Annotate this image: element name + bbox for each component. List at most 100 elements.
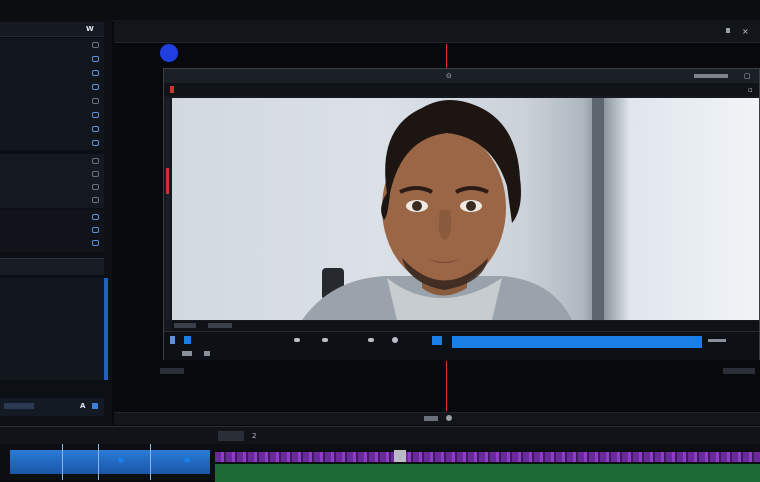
step-back-icon[interactable] [294, 338, 300, 342]
progress-bar[interactable] [452, 336, 702, 348]
property-row[interactable] [0, 195, 104, 206]
stop-icon[interactable] [184, 336, 191, 344]
property-row[interactable] [0, 182, 104, 193]
toggle-icon[interactable] [92, 70, 99, 76]
toggle-icon[interactable] [92, 197, 99, 203]
property-group-2 [0, 154, 104, 208]
side-ruler [166, 98, 170, 320]
zoom-slider[interactable] [694, 74, 728, 78]
toggle-icon[interactable] [92, 184, 99, 190]
property-row[interactable] [0, 291, 104, 302]
keyframe-icon[interactable] [184, 457, 190, 463]
property-row[interactable] [0, 124, 104, 135]
preview-toolbar: ▫ [164, 83, 759, 96]
property-row[interactable] [0, 225, 104, 236]
property-row[interactable] [0, 280, 104, 291]
property-row[interactable] [0, 82, 104, 93]
property-group-4 [0, 278, 104, 380]
toggle-icon[interactable] [92, 56, 99, 62]
property-row[interactable] [0, 335, 104, 346]
property-row[interactable] [0, 169, 104, 180]
toggle-icon[interactable] [92, 98, 99, 104]
toggle-icon[interactable] [92, 42, 99, 48]
property-row[interactable] [0, 138, 104, 149]
preview-header: ⊙ ▢ [164, 69, 759, 84]
toggle-icon[interactable] [92, 126, 99, 132]
record-indicator-icon[interactable] [160, 44, 178, 62]
property-row[interactable] [0, 156, 104, 167]
zoom-icon[interactable] [446, 415, 452, 421]
panel-footer: A [0, 398, 104, 416]
loop-icon[interactable] [368, 338, 374, 342]
video-clip[interactable] [10, 450, 210, 474]
left-panel: W A [0, 20, 112, 426]
toggle-icon[interactable] [92, 171, 99, 177]
footer-value: A [80, 402, 86, 410]
video-frame [172, 98, 759, 320]
property-row[interactable] [0, 68, 104, 79]
toggle-icon[interactable] [92, 140, 99, 146]
property-row[interactable] [0, 40, 104, 51]
preview-window: ⊙ ▢ ▫ [163, 68, 760, 360]
toggle-icon[interactable] [92, 240, 99, 246]
timeline-tracks [0, 444, 760, 482]
panel-header: W [0, 22, 104, 37]
step-forward-icon[interactable] [322, 338, 328, 342]
audio-clip[interactable] [215, 452, 760, 462]
timeline-tab[interactable] [218, 431, 244, 441]
property-row[interactable] [0, 96, 104, 107]
status-chip [174, 323, 196, 328]
panel-header-value: W [86, 25, 94, 33]
playhead-line[interactable] [446, 361, 447, 411]
property-row[interactable] [0, 346, 104, 357]
keyframe-icon[interactable] [118, 457, 124, 463]
property-row[interactable] [0, 313, 104, 324]
property-row[interactable] [0, 110, 104, 121]
property-group-3 [0, 210, 104, 252]
status-chip [208, 323, 232, 328]
transport-controls [164, 331, 759, 360]
in-point-marker[interactable] [166, 168, 169, 194]
toggle-icon[interactable] [92, 214, 99, 220]
clip-handle[interactable] [394, 450, 406, 462]
clip-divider [150, 444, 151, 480]
main-header: × [114, 20, 760, 43]
property-row[interactable] [0, 302, 104, 313]
property-row[interactable] [0, 368, 104, 379]
lock-icon[interactable]: ⊙ [446, 72, 452, 80]
toggle-icon[interactable] [92, 158, 99, 164]
property-group-1 [0, 38, 104, 150]
options-icon[interactable] [726, 28, 730, 33]
audio-clip-green[interactable] [215, 464, 760, 482]
close-icon[interactable]: × [742, 27, 749, 36]
property-row[interactable] [0, 238, 104, 249]
playhead-top[interactable] [446, 44, 447, 68]
volume-slider[interactable] [708, 339, 726, 342]
property-row[interactable] [0, 324, 104, 335]
toggle-icon[interactable] [92, 84, 99, 90]
timeline-header: 2 [0, 426, 760, 445]
play-icon[interactable] [170, 336, 175, 344]
clip-divider [62, 444, 63, 480]
menu-icon[interactable]: ▢ [744, 72, 751, 80]
timeline-ruler-label [723, 368, 755, 374]
viewer-footer [114, 412, 760, 425]
scrollbar[interactable] [104, 278, 108, 380]
scroll-handle[interactable] [424, 416, 438, 421]
toggle-icon[interactable] [92, 112, 99, 118]
footer-bar [4, 403, 34, 409]
preview-status-row [172, 321, 759, 331]
audio-toggle-icon[interactable] [204, 351, 210, 356]
volume-icon[interactable] [392, 337, 398, 343]
footer-icon[interactable] [92, 403, 98, 409]
timeline-label: 2 [252, 432, 257, 440]
property-row[interactable] [0, 54, 104, 65]
property-row[interactable] [0, 212, 104, 223]
property-row[interactable] [0, 357, 104, 368]
loop-toggle-icon[interactable] [182, 351, 192, 356]
toggle-icon[interactable] [92, 227, 99, 233]
fit-icon[interactable] [432, 336, 442, 345]
menu-bar [0, 0, 760, 21]
expand-icon[interactable]: ▫ [748, 86, 753, 94]
marker-icon[interactable] [170, 86, 174, 93]
